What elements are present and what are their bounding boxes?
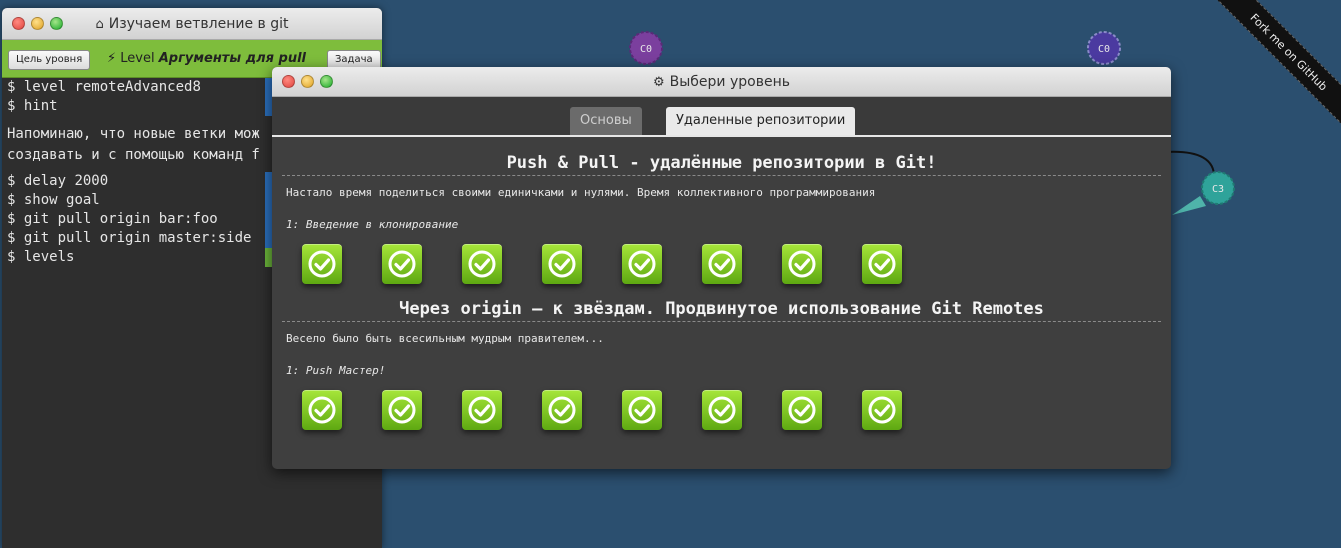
level-button[interactable] (782, 390, 822, 430)
command-text: delay 2000 (23, 173, 109, 189)
level-button[interactable] (782, 244, 822, 284)
command-text: git pull origin bar:foo (23, 211, 218, 227)
command-prompt: $ (7, 79, 16, 95)
minimize-window-button[interactable] (301, 75, 314, 88)
level-icons-row (272, 390, 1171, 434)
level-icons-row (272, 244, 1171, 288)
sequence-divider (282, 321, 1161, 322)
level-button[interactable] (862, 390, 902, 430)
sequence-description: Настало время поделиться своими единичка… (286, 186, 876, 199)
fork-ribbon[interactable]: Fork me on GitHub (1191, 0, 1341, 150)
level-button[interactable] (302, 390, 342, 430)
level-button[interactable] (462, 390, 502, 430)
modal-title: Выбери уровень (669, 74, 790, 90)
command-prompt: $ (7, 173, 16, 189)
tab-remote-repositories[interactable]: Удаленные репозитории (666, 107, 856, 135)
level-button[interactable] (542, 390, 582, 430)
close-window-button[interactable] (12, 17, 25, 30)
commit-node[interactable]: C0 (1087, 31, 1121, 65)
level-button[interactable] (382, 390, 422, 430)
command-text: level remoteAdvanced8 (23, 79, 201, 95)
terminal-titlebar[interactable]: ⌂ Изучаем ветвление в git (2, 8, 382, 40)
level-button[interactable] (622, 244, 662, 284)
sequence-title: Push & Pull - удалённые репозитории в Gi… (506, 153, 937, 173)
command-prompt: $ (7, 192, 16, 208)
level-sequence: Через origin – к звёздам. Продвинутое ис… (272, 288, 1171, 434)
sequence-title: Через origin – к звёздам. Продвинутое ис… (399, 299, 1044, 319)
branch-arrow (1172, 196, 1206, 215)
command-prompt: $ (7, 98, 16, 114)
level-button[interactable] (382, 244, 422, 284)
sequence-divider (282, 175, 1161, 176)
maximize-window-button[interactable] (50, 17, 63, 30)
command-prompt: $ (7, 249, 16, 265)
commit-node[interactable]: C0 (629, 31, 663, 65)
command-prompt: $ (7, 230, 16, 246)
minimize-window-button[interactable] (31, 17, 44, 30)
level-button[interactable] (702, 390, 742, 430)
level-goal-button[interactable]: Цель уровня (8, 50, 91, 70)
svg-text:C0: C0 (1098, 44, 1110, 55)
fork-ribbon-label[interactable]: Fork me on GitHub (1201, 0, 1341, 140)
home-icon: ⌂ (95, 17, 104, 32)
tab-basics[interactable]: Основы (570, 107, 642, 135)
level-button[interactable] (862, 244, 902, 284)
window-controls (12, 17, 63, 30)
command-text: levels (23, 249, 75, 265)
command-text: show goal (23, 192, 100, 208)
level-button[interactable] (462, 244, 502, 284)
close-window-button[interactable] (282, 75, 295, 88)
svg-text:C0: C0 (640, 44, 652, 55)
commit-node[interactable]: C3 (1201, 171, 1235, 205)
tab-bar: Основы Удаленные репозитории (272, 97, 1171, 137)
gear-icon: ⚙ (652, 75, 665, 90)
level-button[interactable] (302, 244, 342, 284)
level-sequence: Push & Pull - удалённые репозитории в Gi… (272, 137, 1171, 288)
window-controls (282, 75, 333, 88)
graph-edge (1164, 150, 1216, 179)
modal-titlebar[interactable]: ⚙ Выбери уровень (272, 67, 1171, 97)
command-text: git pull origin master:side (23, 230, 252, 246)
level-button[interactable] (622, 390, 662, 430)
level-button[interactable] (702, 244, 742, 284)
lightning-icon: ⚡ (107, 51, 117, 66)
maximize-window-button[interactable] (320, 75, 333, 88)
sequence-description: Весело было быть всесильным мудрым прави… (286, 332, 604, 345)
level-select-modal: ⚙ Выбери уровень Основы Удаленные репозит… (272, 67, 1171, 469)
terminal-title: Изучаем ветвление в git (108, 16, 289, 32)
command-text: hint (23, 98, 58, 114)
level-name: Аргументы для pull (158, 51, 306, 66)
level-prefix: Level (120, 51, 155, 66)
selected-level-name: 1: Push Мастер! (286, 364, 386, 377)
level-button[interactable] (542, 244, 582, 284)
svg-text:C3: C3 (1212, 184, 1224, 195)
command-prompt: $ (7, 211, 16, 227)
selected-level-name: 1: Введение в клонирование (286, 218, 459, 231)
